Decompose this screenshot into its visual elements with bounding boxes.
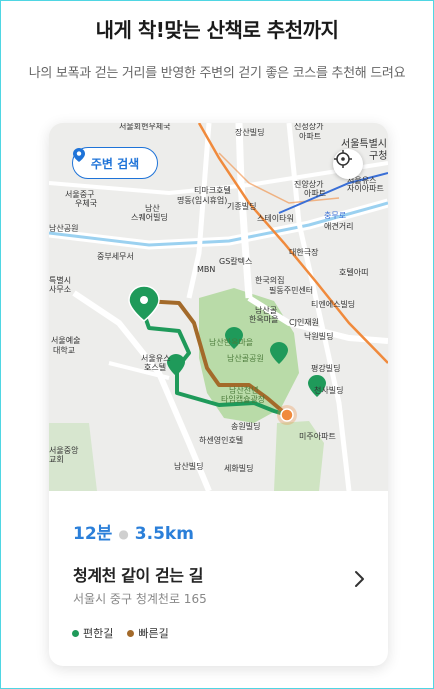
map-label: 장산빌딩 [235,128,265,137]
map-label: 사무소 [49,285,72,294]
map-label: 남산한옥마을 [209,338,254,347]
map-label: 대한극장 [289,248,319,257]
destination-marker-icon [277,405,297,425]
map-label: 서울회현우체국 [119,123,171,131]
map-label: 스테이타워 [257,214,294,223]
nearby-search-button[interactable]: 주변 검색 [72,147,158,179]
route-address: 서울시 중구 청계천로 165 [73,592,207,606]
map-label: 필동주민센터 [269,286,314,295]
map-label: 송원빌딩 [231,422,261,431]
map-label: MBN [197,265,216,274]
legend-swatch-easy [72,629,79,637]
map-label: 호스텔 [144,363,167,372]
map-label: 티엔에스빌딩 [311,300,356,309]
route-card[interactable]: 서울회현우체국 장산빌딩 신성상가 아파트 서울특별시 구청 진양상가 아파트 … [49,123,388,666]
legend-label: 편한길 [83,627,114,640]
map-label: GS칼텍스 [219,257,253,266]
route-name: 청계천 같이 걷는 길 [73,566,204,585]
separator-dot: ● [118,527,129,541]
location-pin-icon [73,148,85,162]
map-label: 천사빌딩 [314,386,344,395]
route-duration: 12분 [73,524,113,544]
map-label: 평강빌딩 [311,364,341,373]
chevron-right-icon[interactable] [349,569,369,589]
crosshair-icon [334,150,352,168]
map-label: 미주아파트 [299,432,336,441]
route-metrics: 12분 ● 3.5km [73,519,194,544]
map-label: 하센영인호텔 [199,436,244,445]
map-label: 남산빌딩 [174,462,204,471]
map-label: 아파트 [299,132,322,141]
page-subtitle: 나의 보폭과 걷는 거리를 반영한 주변의 걷기 좋은 코스를 추천해 드려요 [28,66,406,81]
map-label: 교회 [49,455,64,464]
route-distance: 3.5km [134,524,194,544]
map-label: 낙원빌딩 [304,332,334,341]
route-info[interactable]: 12분 ● 3.5km 청계천 같이 걷는 길 서울시 중구 청계천로 165 편한… [49,491,388,666]
map-label: CJ인재원 [289,318,320,327]
map-label: 충무로 [324,211,347,220]
map-label: 호텔아띠 [339,268,369,277]
legend-item-fast: 빠른길 [127,625,169,641]
legend-swatch-fast [127,629,135,637]
map-label: 우체국 [75,199,98,208]
my-location-button[interactable] [333,149,363,179]
map-label: 한옥마을 [249,315,279,324]
page-title: 내게 착!맞는 산책로 추천까지 [95,18,339,42]
map-label: 아파트 [304,189,327,198]
route-legend: 편한길 빠른길 [72,625,169,641]
map-label: 스퀘어빌딩 [131,213,168,222]
map-label: 기종빌딩 [227,202,257,211]
legend-label: 빠른길 [138,627,169,640]
map-label: 대학교 [53,346,76,355]
map-label: 세화빌딩 [224,464,254,473]
map-label: 명동(임시휴업) [177,196,228,205]
map-label: 남산공원 [49,224,79,233]
map-label: 애견거리 [324,222,354,231]
map-label: 중부세무서 [97,252,134,261]
map-label: 자이아파트 [347,184,384,193]
map-label: 구청 [369,151,388,162]
legend-item-easy: 편한길 [72,625,113,641]
nearby-search-label: 주변 검색 [90,156,140,171]
map-label: 남산골공원 [227,354,264,363]
map-view[interactable]: 서울회현우체국 장산빌딩 신성상가 아파트 서울특별시 구청 진양상가 아파트 … [49,123,388,491]
map-label: 타임캡슐광장 [221,395,266,404]
